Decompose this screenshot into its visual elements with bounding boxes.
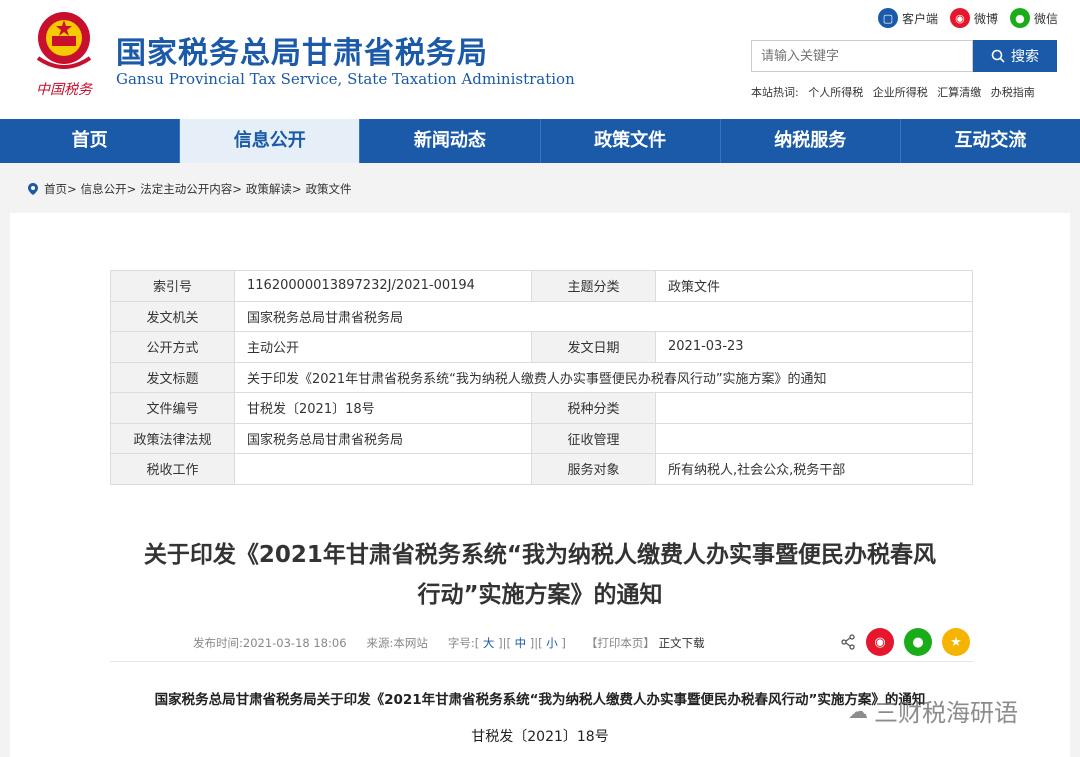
table-row: 发文机关 国家税务总局甘肃省税务局 — [110, 300, 973, 332]
font-large-button[interactable]: 大 — [483, 636, 495, 650]
hot-words: 本站热词: 个人所得税 企业所得税 汇算清缴 办税指南 — [751, 86, 1035, 99]
table-row: 索引号 11620000013897232J/2021-00194 主题分类 政… — [110, 270, 973, 302]
table-row: 政策法律法规 国家税务总局甘肃省税务局 征收管理 — [110, 422, 973, 454]
breadcrumb-interpretation[interactable]: 政策解读> — [246, 181, 302, 197]
watermark: ☁ 三财税海研语 — [848, 698, 1018, 728]
document-metadata-table: 索引号 11620000013897232J/2021-00194 主题分类 政… — [110, 270, 973, 485]
location-pin-icon — [28, 183, 38, 195]
source: 本网站 — [393, 636, 428, 650]
svg-text:中国税务: 中国税务 — [36, 82, 93, 98]
breadcrumb-policy[interactable]: 政策文件 — [306, 181, 352, 197]
hot-word[interactable]: 汇算清缴 — [937, 86, 981, 99]
nav-info-disclosure[interactable]: 信息公开 — [180, 119, 361, 163]
table-row: 文件编号 甘税发〔2021〕18号 税种分类 — [110, 392, 973, 424]
weibo-share-icon[interactable]: ◉ — [866, 628, 894, 656]
national-emblem-logo: 中国税务 — [36, 12, 93, 98]
article-title: 关于印发《2021年甘肃省税务系统“我为纳税人缴费人办实事暨便民办税春风 行动”… — [143, 542, 937, 608]
favorite-star-icon[interactable]: ★ — [942, 628, 970, 656]
breadcrumb-home[interactable]: 首页> — [44, 181, 77, 197]
share-icon[interactable] — [840, 634, 856, 650]
weibo-link[interactable]: ◉ 微博 — [949, 8, 998, 28]
site-header: 中国税务 国家税务总局甘肃省税务局 Gansu Provincial Tax S… — [0, 0, 1080, 119]
nav-news[interactable]: 新闻动态 — [360, 119, 541, 163]
nav-interaction[interactable]: 互动交流 — [901, 119, 1080, 163]
hot-word[interactable]: 个人所得税 — [808, 86, 863, 99]
font-size-controls: 字号:[ 大 ]|[ 中 ]|[ 小 ] — [447, 636, 566, 650]
wechat-watermark-icon: ☁ — [848, 698, 868, 723]
nav-policy[interactable]: 政策文件 — [541, 119, 721, 163]
hot-word[interactable]: 办税指南 — [991, 86, 1035, 99]
search-input[interactable] — [751, 40, 973, 72]
table-row: 税收工作 服务对象 所有纳税人,社会公众,税务干部 — [110, 453, 973, 485]
wechat-link[interactable]: ● 微信 — [1009, 8, 1058, 28]
font-medium-button[interactable]: 中 — [515, 636, 527, 650]
breadcrumb: 首页> 信息公开> 法定主动公开内容> 政策解读> 政策文件 — [26, 181, 352, 197]
download-button[interactable]: 正文下载 — [659, 636, 705, 650]
divider — [110, 661, 973, 662]
share-bar: ◉ ● ★ — [840, 628, 970, 656]
site-title: 国家税务总局甘肃省税务局 — [116, 36, 488, 71]
site-title-english: Gansu Provincial Tax Service, State Taxa… — [116, 70, 575, 88]
client-link[interactable]: ▢ 客户端 — [877, 8, 938, 28]
nav-tax-service[interactable]: 纳税服务 — [721, 119, 901, 163]
main-nav: 首页 信息公开 新闻动态 政策文件 纳税服务 互动交流 — [0, 119, 1080, 163]
table-row: 公开方式 主动公开 发文日期 2021-03-23 — [110, 331, 973, 363]
hot-word[interactable]: 企业所得税 — [873, 86, 928, 99]
wechat-share-icon[interactable]: ● — [904, 628, 932, 656]
font-small-button[interactable]: 小 — [546, 636, 558, 650]
publish-time: 2021-03-18 18:06 — [242, 636, 347, 650]
document-number: 甘税发〔2021〕18号 — [471, 729, 609, 745]
search-button[interactable]: 搜索 — [973, 40, 1057, 72]
search-icon — [991, 49, 1005, 63]
print-button[interactable]: 【打印本页】 — [586, 636, 655, 650]
article-info-bar: 发布时间:2021-03-18 18:06 来源:本网站 字号:[ 大 ]|[ … — [193, 636, 705, 650]
table-row: 发文标题 关于印发《2021年甘肃省税务系统“我为纳税人缴费人办实事暨便民办税春… — [110, 361, 973, 393]
breadcrumb-info[interactable]: 信息公开> — [81, 181, 137, 197]
weibo-icon: ◉ — [949, 8, 970, 28]
breadcrumb-statutory[interactable]: 法定主动公开内容> — [140, 181, 242, 197]
content-panel: 索引号 11620000013897232J/2021-00194 主题分类 政… — [10, 213, 1070, 757]
phone-icon: ▢ — [877, 8, 898, 28]
wechat-icon: ● — [1009, 8, 1030, 28]
top-links: ▢ 客户端 ◉ 微博 ● 微信 — [877, 8, 1058, 28]
nav-home[interactable]: 首页 — [0, 119, 181, 163]
